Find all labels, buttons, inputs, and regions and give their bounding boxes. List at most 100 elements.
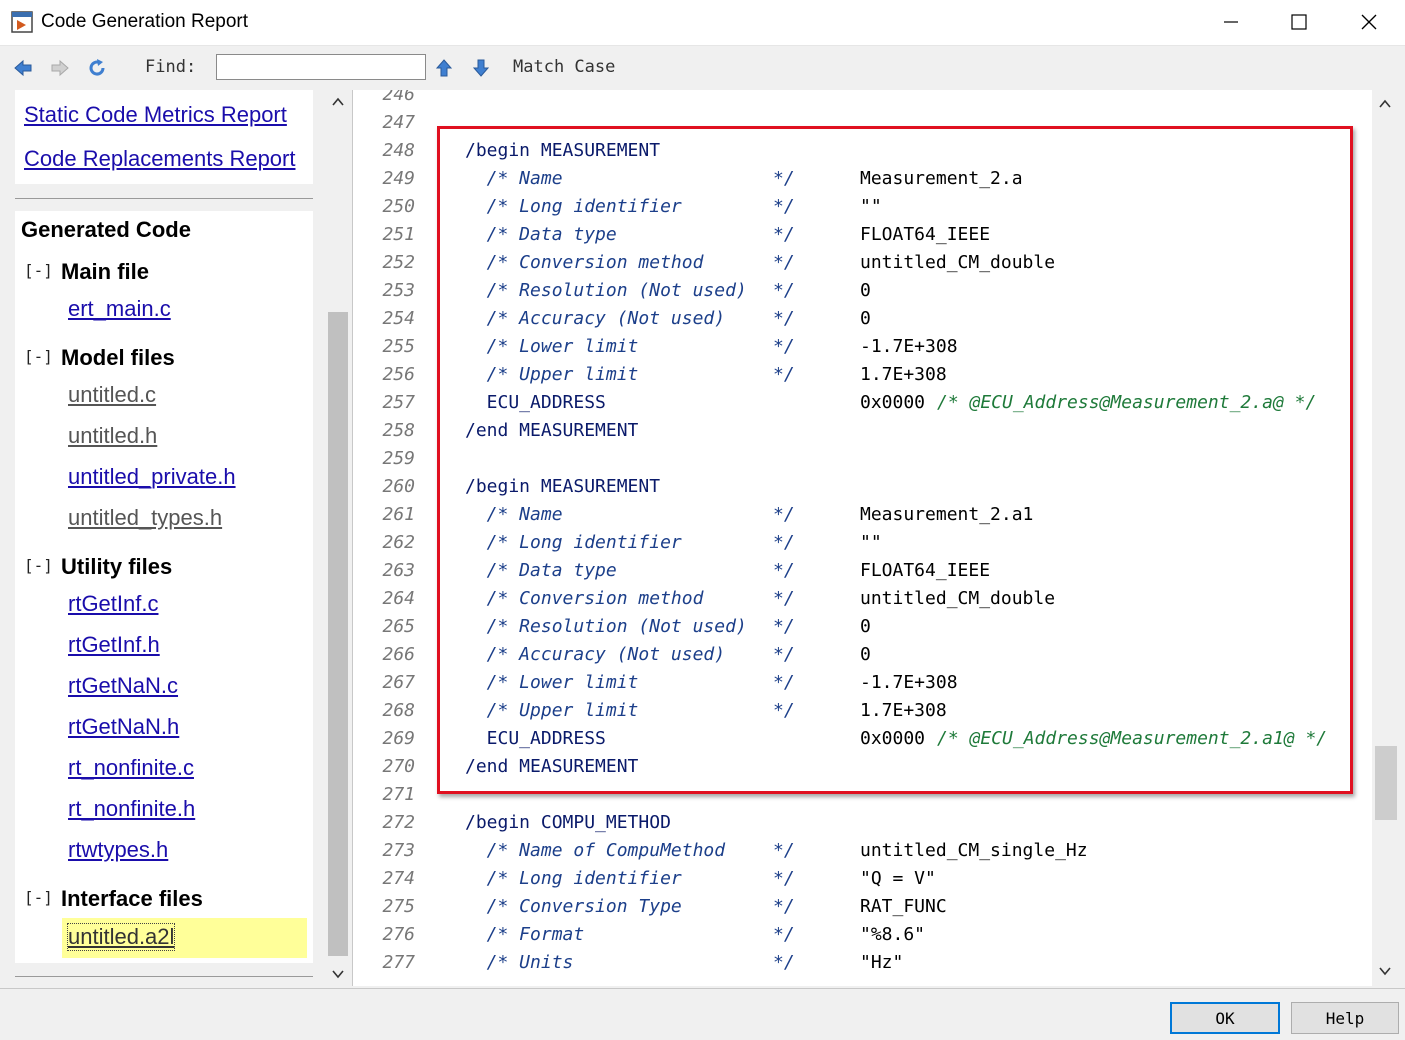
line-number: 269 — [382, 728, 415, 749]
line-number: 267 — [382, 672, 415, 693]
main-file-heading: Main file — [61, 259, 150, 284]
line-number: 248 — [382, 140, 415, 161]
field-comment: /* Long identifier — [465, 868, 682, 889]
file-link[interactable]: ert_main.c — [68, 296, 171, 322]
line-number: 252 — [382, 252, 415, 273]
find-previous-icon[interactable] — [433, 57, 455, 79]
line-number: 264 — [382, 588, 415, 609]
selected-file-highlight: untitled.a2l — [62, 918, 307, 958]
find-next-icon[interactable] — [470, 57, 492, 79]
file-link[interactable]: untitled_private.h — [68, 464, 236, 490]
field-value: "%8.6" — [860, 924, 926, 945]
line-number: 260 — [382, 476, 415, 497]
line-number: 268 — [382, 700, 415, 721]
code-replacements-link[interactable]: Code Replacements Report — [24, 146, 295, 172]
file-link[interactable]: rtGetInf.c — [68, 591, 158, 617]
field-comment: /* Units — [465, 952, 574, 973]
scroll-thumb[interactable] — [1375, 746, 1397, 820]
comment-close: */ — [773, 952, 795, 973]
code-line: 274 /* Long identifier */ "Q = V" — [353, 865, 1372, 893]
find-label: Find: — [145, 57, 197, 77]
field-comment: /* Name of CompuMethod — [465, 840, 726, 861]
code-line: 272/begin COMPU_METHOD — [353, 809, 1372, 837]
file-link[interactable]: rtGetInf.h — [68, 632, 160, 658]
annotation-highlight-box — [437, 126, 1353, 794]
code-view: 246 247 248/begin MEASUREMENT 249 /* Name */… — [352, 90, 1372, 986]
scroll-up-icon[interactable] — [330, 94, 346, 110]
title-bar: Code Generation Report — [0, 0, 1405, 46]
line-number: 272 — [382, 812, 415, 833]
field-comment: /* Conversion Type — [465, 896, 682, 917]
close-button[interactable] — [1346, 0, 1392, 44]
footer-divider — [0, 988, 1405, 989]
generated-code-section: Generated Code [-] Main file ert_main.c … — [15, 211, 313, 963]
field-comment: /* Format — [465, 924, 585, 945]
file-link[interactable]: untitled.h — [68, 423, 157, 449]
interface-files-heading: Interface files — [61, 886, 203, 911]
line-number: 255 — [382, 336, 415, 357]
divider — [15, 976, 313, 977]
utility-files-toggle[interactable]: [-] — [24, 556, 53, 575]
line-number: 277 — [382, 952, 415, 973]
field-value: "Q = V" — [860, 868, 936, 889]
line-number: 266 — [382, 644, 415, 665]
minimize-icon — [1224, 21, 1238, 23]
window-title: Code Generation Report — [41, 11, 249, 32]
line-number: 250 — [382, 196, 415, 217]
maximize-icon — [1291, 14, 1307, 30]
field-value: untitled_CM_single_Hz — [860, 840, 1088, 861]
scroll-down-icon[interactable] — [1377, 963, 1393, 979]
main-file-toggle[interactable]: [-] — [24, 261, 53, 280]
line-number: 270 — [382, 756, 415, 777]
scroll-down-icon[interactable] — [330, 966, 346, 982]
interface-files-toggle[interactable]: [-] — [24, 888, 53, 907]
forward-arrow-icon[interactable] — [49, 57, 71, 79]
line-number: 253 — [382, 280, 415, 301]
line-number: 256 — [382, 364, 415, 385]
minimize-button[interactable] — [1208, 0, 1254, 44]
code-scrollbar[interactable] — [1373, 90, 1398, 986]
file-link[interactable]: rtwtypes.h — [68, 837, 168, 863]
line-number: 254 — [382, 308, 415, 329]
file-link[interactable]: rtGetNaN.h — [68, 714, 179, 740]
comment-close: */ — [773, 840, 795, 861]
line-number: 274 — [382, 868, 415, 889]
find-input[interactable] — [216, 54, 426, 80]
refresh-icon[interactable] — [86, 57, 108, 79]
field-value: RAT_FUNC — [860, 896, 947, 917]
code-line: 246 — [353, 90, 1372, 109]
code-line: 277 /* Units */ "Hz" — [353, 949, 1372, 977]
back-arrow-icon[interactable] — [12, 57, 34, 79]
line-number: 263 — [382, 560, 415, 581]
model-files-toggle[interactable]: [-] — [24, 347, 53, 366]
maximize-button[interactable] — [1276, 0, 1322, 44]
match-case-toggle[interactable]: Match Case — [513, 57, 615, 77]
divider — [15, 198, 313, 199]
line-number: 258 — [382, 420, 415, 441]
line-number: 259 — [382, 448, 415, 469]
file-link[interactable]: rt_nonfinite.h — [68, 796, 195, 822]
file-link[interactable]: rt_nonfinite.c — [68, 755, 194, 781]
generated-code-heading: Generated Code — [21, 217, 191, 242]
line-number: 261 — [382, 504, 415, 525]
line-number: 249 — [382, 168, 415, 189]
reports-section: Static Code Metrics Report Code Replacem… — [15, 90, 313, 184]
line-number: 262 — [382, 532, 415, 553]
field-value: "Hz" — [860, 952, 904, 973]
line-number: 276 — [382, 924, 415, 945]
file-link[interactable]: untitled_types.h — [68, 505, 222, 531]
file-link-selected[interactable]: untitled.a2l — [66, 923, 176, 951]
line-number: 247 — [382, 112, 415, 133]
scroll-thumb[interactable] — [328, 312, 348, 956]
line-number: 257 — [382, 392, 415, 413]
static-code-metrics-link[interactable]: Static Code Metrics Report — [24, 102, 287, 128]
line-number: 275 — [382, 896, 415, 917]
file-link[interactable]: rtGetNaN.c — [68, 673, 178, 699]
scroll-up-icon[interactable] — [1377, 96, 1393, 112]
nav-scrollbar[interactable] — [326, 90, 350, 988]
file-link[interactable]: untitled.c — [68, 382, 156, 408]
navigation-pane: Static Code Metrics Report Code Replacem… — [0, 90, 326, 988]
ok-button[interactable]: OK — [1170, 1002, 1280, 1034]
line-number: 251 — [382, 224, 415, 245]
help-button[interactable]: Help — [1291, 1002, 1399, 1034]
